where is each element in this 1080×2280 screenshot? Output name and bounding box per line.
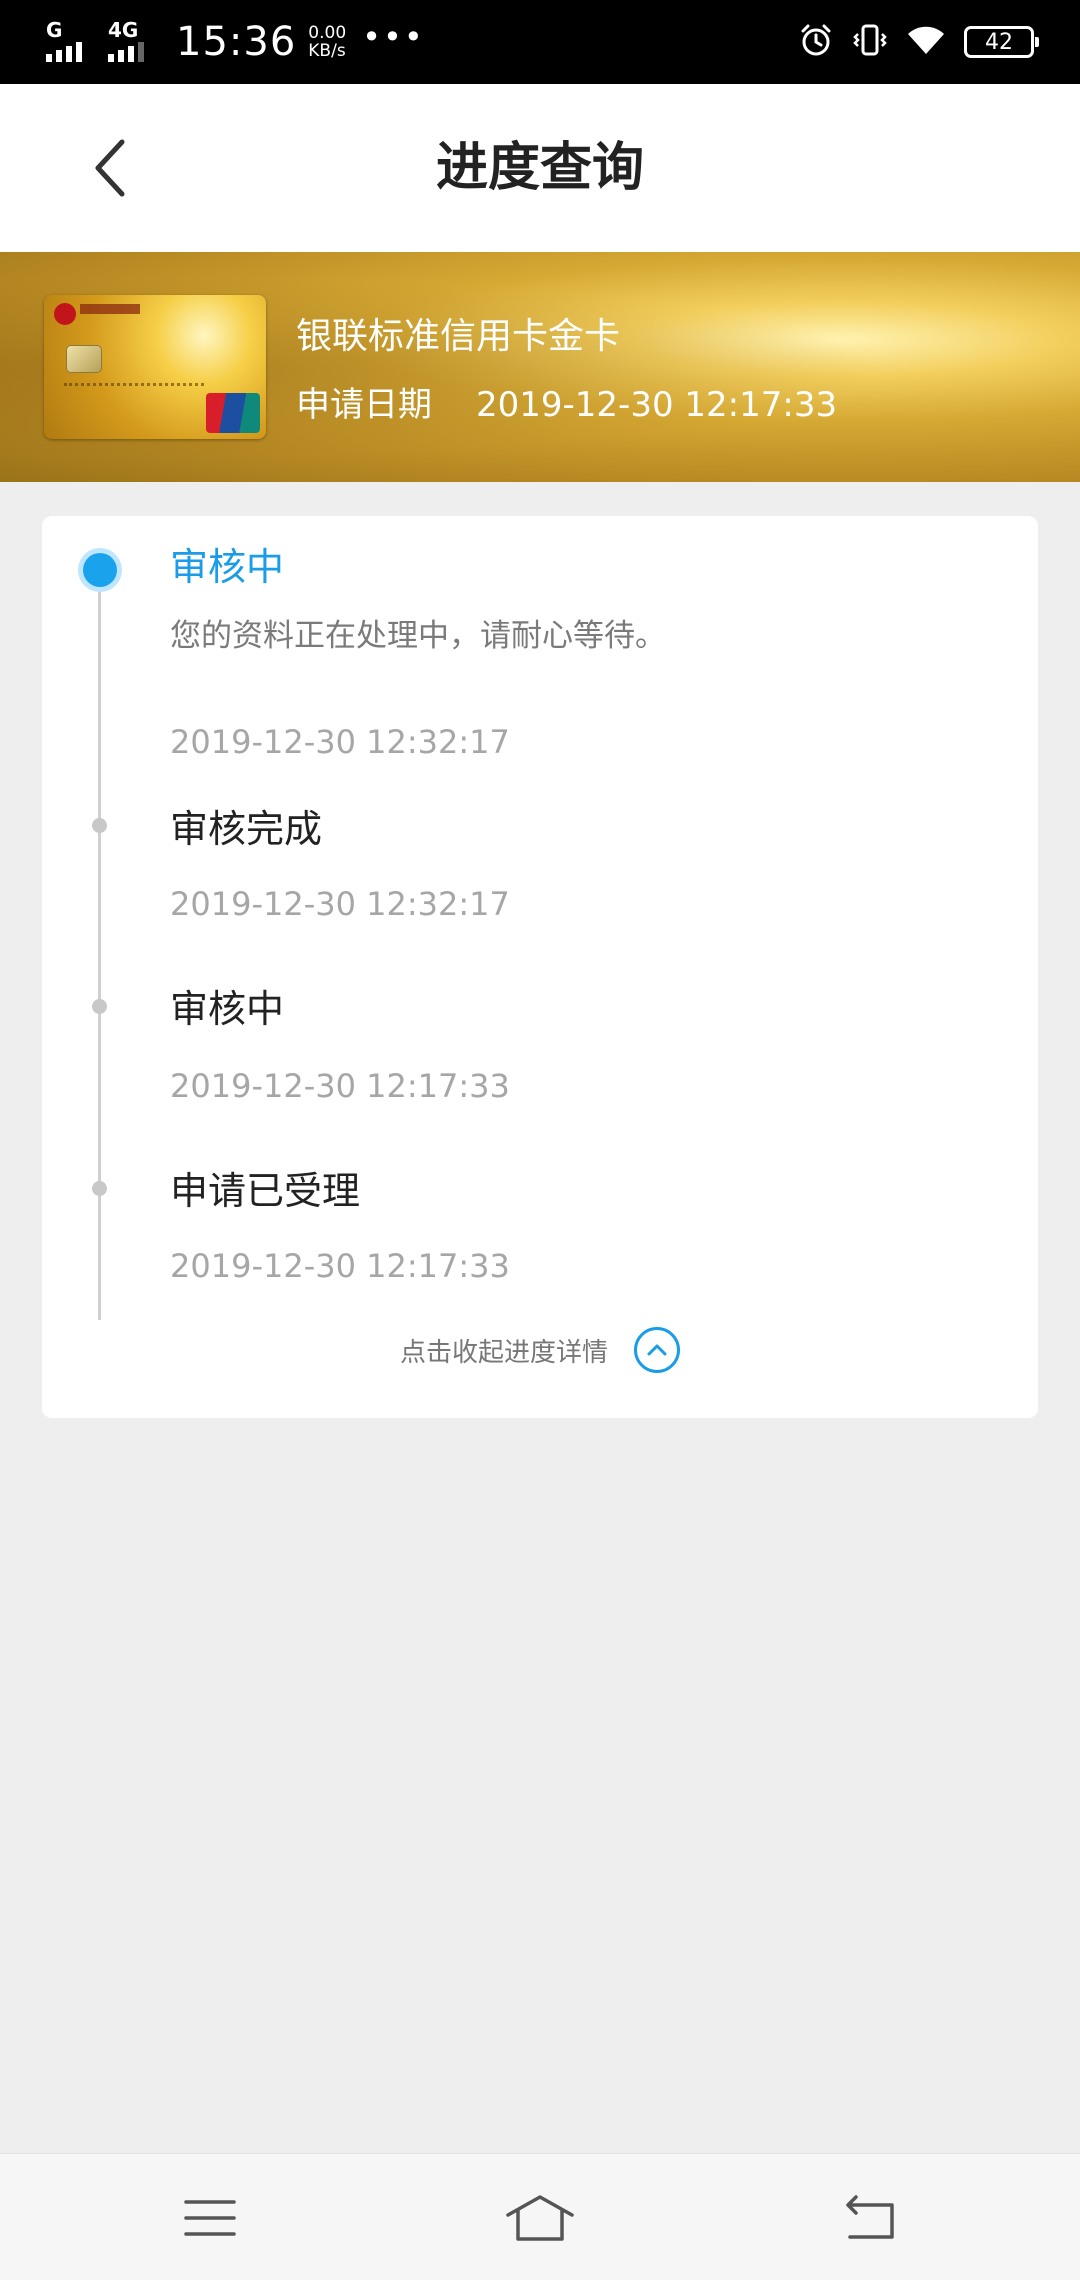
menu-icon: [184, 2200, 236, 2236]
timeline-dot: [92, 999, 107, 1014]
apply-date-label: 申请日期: [296, 385, 432, 425]
apply-date-value: 2019-12-30 12:17:33: [476, 385, 838, 425]
collapse-details-button[interactable]: 点击收起进度详情: [42, 1320, 1038, 1380]
battery-level: 42: [985, 29, 1013, 55]
more-notifications-icon: •••: [362, 18, 425, 56]
collapse-details-label: 点击收起进度详情: [399, 1337, 608, 1368]
card-chip: [66, 345, 102, 373]
timeline-item-title: 申请已受理: [170, 1169, 361, 1213]
credit-card-image: [44, 295, 266, 439]
card-name: 银联标准信用卡金卡: [296, 316, 621, 357]
page-title: 进度查询: [435, 138, 644, 198]
home-icon: [506, 2195, 574, 2241]
menu-button[interactable]: [172, 2180, 248, 2256]
back-button[interactable]: [70, 128, 150, 208]
alarm-icon: [798, 22, 834, 62]
wifi-icon: [906, 22, 946, 62]
home-button[interactable]: [502, 2180, 578, 2256]
network-type-label: G: [46, 18, 63, 42]
timeline-item-title: 审核中: [170, 987, 285, 1031]
card-info: 银联标准信用卡金卡 申请日期 2019-12-30 12:17:33: [296, 312, 837, 430]
status-time: 15:36: [176, 19, 297, 65]
card-banner: 银联标准信用卡金卡 申请日期 2019-12-30 12:17:33: [0, 252, 1080, 482]
battery-icon: 42: [964, 26, 1039, 58]
current-status-description: 您的资料正在处理中，请耐心等待。: [170, 618, 666, 654]
network-4g-label: 4G: [108, 18, 139, 42]
current-status-title: 审核中: [170, 545, 285, 589]
system-nav-bar: [0, 2153, 1080, 2280]
timeline-dot: [92, 1181, 107, 1196]
network-speed: 0.00 KB/s: [308, 24, 346, 60]
unionpay-logo: [206, 393, 260, 433]
current-status-time: 2019-12-30 12:32:17: [170, 723, 510, 761]
apply-date: 申请日期 2019-12-30 12:17:33: [296, 380, 837, 430]
current-status-dot: [78, 548, 122, 592]
signal-4g-icon: 4G: [108, 18, 160, 62]
timeline-item-time: 2019-12-30 12:17:33: [170, 1247, 510, 1285]
signal-icon: G: [46, 18, 98, 62]
bank-logo: [54, 303, 76, 325]
timeline-dot: [92, 818, 107, 833]
back-nav-button[interactable]: [832, 2180, 908, 2256]
vibrate-icon: [852, 22, 888, 62]
timeline-item-time: 2019-12-30 12:32:17: [170, 885, 510, 923]
timeline-item-title: 审核完成: [170, 807, 323, 851]
chevron-left-icon: [95, 139, 125, 197]
timeline-item-time: 2019-12-30 12:17:33: [170, 1067, 510, 1105]
status-bar: G 4G 15:36 0.00 KB/s ••• 42: [0, 0, 1080, 84]
network-speed-value: 0.00: [308, 23, 347, 43]
network-speed-unit: KB/s: [308, 41, 346, 61]
header: 进度查询: [0, 84, 1080, 252]
back-icon: [846, 2195, 894, 2239]
chevron-up-circle-icon: [634, 1327, 680, 1373]
timeline-line: [98, 570, 101, 1320]
